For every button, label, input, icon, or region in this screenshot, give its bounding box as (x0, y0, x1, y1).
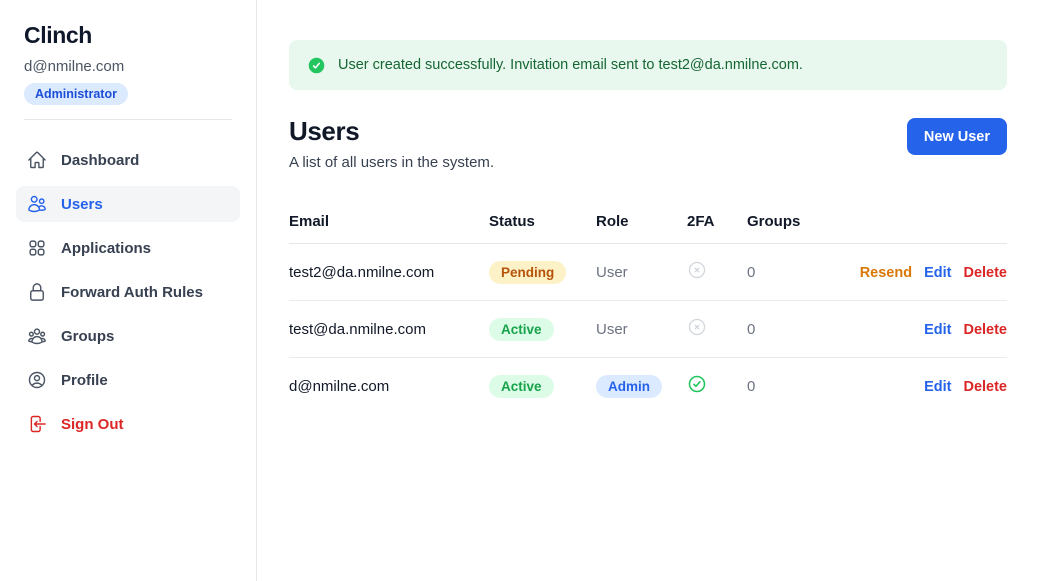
edit-action-link[interactable]: Edit (924, 265, 951, 281)
table-row: test@da.nmilne.com Active User 0 Edit Del… (289, 301, 1007, 358)
sidebar-item-label: Dashboard (61, 152, 139, 169)
page-header: Users A list of all users in the system.… (289, 116, 1007, 171)
sidebar: Clinch d@nmilne.com Administrator Dashbo… (0, 0, 257, 581)
home-icon (27, 150, 47, 170)
sidebar-item-profile[interactable]: Profile (16, 362, 240, 398)
user-email: test2@da.nmilne.com (289, 244, 489, 301)
app-window: Clinch d@nmilne.com Administrator Dashbo… (0, 0, 1039, 581)
table-header-row: EmailStatusRole2FAGroups (289, 213, 1007, 244)
administrator-badge: Administrator (24, 83, 128, 105)
row-actions: Edit Delete (837, 301, 1007, 358)
status-badge: Active (489, 375, 554, 398)
status-badge: Active (489, 318, 554, 341)
status-cell: Pending (489, 244, 596, 301)
role-cell: Admin (596, 358, 687, 415)
sidebar-item-label: Groups (61, 328, 114, 345)
sidebar-divider (24, 119, 232, 120)
lock-icon (27, 282, 47, 302)
column-header-2fa: 2FA (687, 213, 747, 244)
status-cell: Active (489, 301, 596, 358)
user-email: test@da.nmilne.com (289, 301, 489, 358)
notification-message: User created successfully. Invitation em… (338, 57, 803, 73)
column-header-actions (837, 213, 1007, 244)
table-row: test2@da.nmilne.com Pending User 0 Resen… (289, 244, 1007, 301)
sidebar-item-groups[interactable]: Groups (16, 318, 240, 354)
twofa-cell (687, 301, 747, 358)
users-table: EmailStatusRole2FAGroups test2@da.nmilne… (289, 213, 1007, 415)
sign-out-icon (27, 414, 47, 434)
role-badge: Admin (596, 375, 662, 398)
sidebar-item-label: Users (61, 196, 103, 213)
edit-action-link[interactable]: Edit (924, 379, 951, 395)
sidebar-item-sign-out[interactable]: Sign Out (16, 406, 240, 442)
status-cell: Active (489, 358, 596, 415)
role-cell: User (596, 301, 687, 358)
twofa-disabled-icon (687, 260, 707, 280)
page-title: Users (289, 116, 494, 147)
sidebar-item-applications[interactable]: Applications (16, 230, 240, 266)
groups-count: 0 (747, 358, 837, 415)
twofa-disabled-icon (687, 317, 707, 337)
twofa-enabled-icon (687, 374, 707, 394)
brand-title: Clinch (16, 22, 240, 49)
row-actions: Resend Edit Delete (837, 244, 1007, 301)
page-heading-block: Users A list of all users in the system. (289, 116, 494, 171)
success-notification: User created successfully. Invitation em… (289, 40, 1007, 90)
delete-action-link[interactable]: Delete (963, 265, 1007, 281)
delete-action-link[interactable]: Delete (963, 379, 1007, 395)
column-header-role: Role (596, 213, 687, 244)
sidebar-item-users[interactable]: Users (16, 186, 240, 222)
sidebar-item-label: Sign Out (61, 416, 124, 433)
new-user-button[interactable]: New User (907, 118, 1007, 155)
twofa-cell (687, 358, 747, 415)
groups-count: 0 (747, 244, 837, 301)
check-circle-icon (308, 57, 325, 74)
sidebar-item-label: Profile (61, 372, 108, 389)
sidebar-item-forward-auth-rules[interactable]: Forward Auth Rules (16, 274, 240, 310)
users-table-body: test2@da.nmilne.com Pending User 0 Resen… (289, 244, 1007, 415)
sidebar-nav: Dashboard Users Applications Forward Aut… (16, 142, 240, 442)
page-subtitle: A list of all users in the system. (289, 154, 494, 171)
sidebar-item-label: Forward Auth Rules (61, 284, 203, 301)
role-text: User (596, 264, 628, 281)
resend-action-link[interactable]: Resend (860, 265, 912, 281)
column-header-groups: Groups (747, 213, 837, 244)
delete-action-link[interactable]: Delete (963, 322, 1007, 338)
twofa-cell (687, 244, 747, 301)
current-user-email: d@nmilne.com (16, 58, 240, 75)
role-cell: User (596, 244, 687, 301)
applications-grid-icon (27, 238, 47, 258)
groups-count: 0 (747, 301, 837, 358)
status-badge: Pending (489, 261, 566, 284)
sidebar-item-label: Applications (61, 240, 151, 257)
column-header-email: Email (289, 213, 489, 244)
table-row: d@nmilne.com Active Admin 0 Edit Delete (289, 358, 1007, 415)
users-icon (27, 194, 47, 214)
column-header-status: Status (489, 213, 596, 244)
user-group-icon (27, 326, 47, 346)
edit-action-link[interactable]: Edit (924, 322, 951, 338)
sidebar-item-dashboard[interactable]: Dashboard (16, 142, 240, 178)
user-circle-icon (27, 370, 47, 390)
row-actions: Edit Delete (837, 358, 1007, 415)
role-text: User (596, 321, 628, 338)
user-email: d@nmilne.com (289, 358, 489, 415)
main-content: User created successfully. Invitation em… (257, 0, 1039, 581)
